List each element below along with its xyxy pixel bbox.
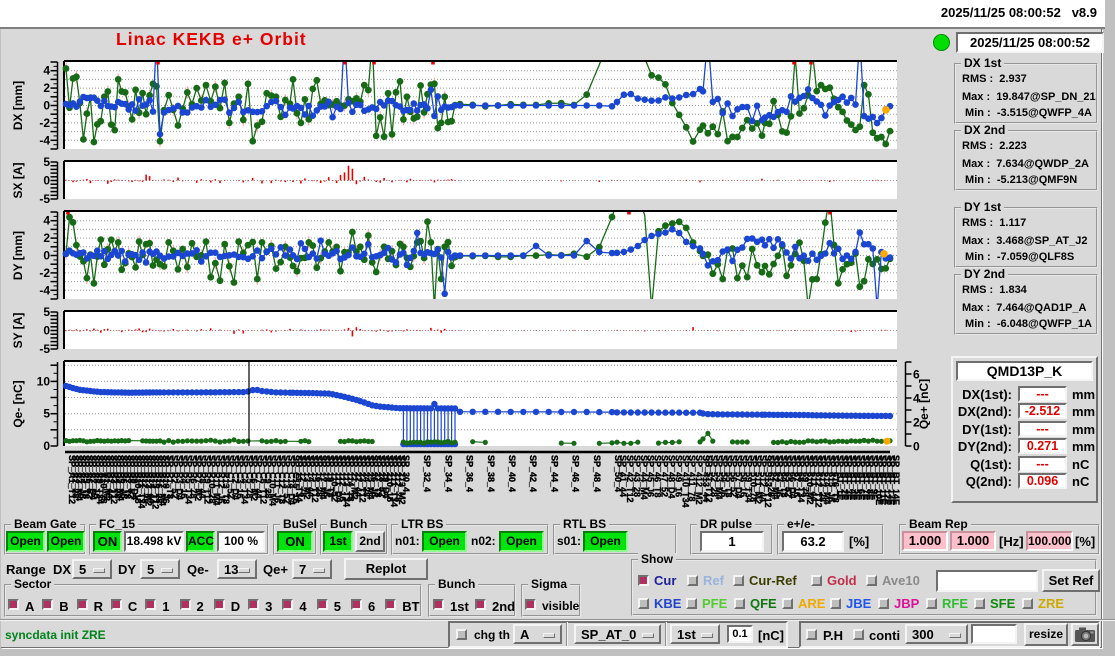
svg-text:0: 0 — [43, 249, 50, 263]
svg-text:0: 0 — [43, 324, 50, 338]
svg-text:SP_38_4: SP_38_4 — [486, 455, 496, 492]
svg-text:5: 5 — [43, 407, 50, 421]
svg-text:-4: -4 — [39, 283, 50, 297]
svg-text:-4: -4 — [39, 133, 50, 147]
svg-text:-2: -2 — [39, 116, 50, 130]
svg-text:5: 5 — [43, 305, 50, 319]
svg-text:DX [mm]: DX [mm] — [11, 81, 25, 130]
svg-text:SX [A]: SX [A] — [11, 162, 25, 198]
svg-text:0: 0 — [43, 99, 50, 113]
svg-text:-2: -2 — [39, 266, 50, 280]
svg-text:SP_48_4: SP_48_4 — [592, 455, 602, 492]
svg-text:SP_BT_14E: SP_BT_14E — [891, 455, 901, 505]
svg-text:-5: -5 — [39, 192, 50, 206]
svg-text:SP_44_4: SP_44_4 — [549, 455, 559, 492]
svg-text:10: 10 — [37, 374, 51, 388]
svg-text:-5: -5 — [39, 342, 50, 356]
svg-text:SP_34_4: SP_34_4 — [443, 455, 453, 492]
svg-text:5: 5 — [43, 155, 50, 169]
svg-text:0: 0 — [43, 174, 50, 188]
svg-text:SP_32_4: SP_32_4 — [422, 455, 432, 492]
svg-text:SP_42_4: SP_42_4 — [528, 455, 538, 492]
svg-text:4: 4 — [43, 64, 50, 78]
svg-text:SP_50_4: SP_50_4 — [613, 455, 623, 492]
svg-text:SP_30_4: SP_30_4 — [401, 455, 411, 492]
svg-text:DY [mm]: DY [mm] — [11, 231, 25, 280]
svg-text:Qe- [nC]: Qe- [nC] — [11, 380, 25, 427]
svg-text:SP_40_4: SP_40_4 — [507, 455, 517, 492]
svg-text:0: 0 — [913, 440, 920, 454]
svg-text:0: 0 — [43, 439, 50, 453]
svg-text:2: 2 — [43, 231, 50, 245]
svg-text:SP_36_4: SP_36_4 — [465, 455, 475, 492]
svg-text:SY [A]: SY [A] — [11, 313, 25, 349]
svg-text:Qe+ [nC]: Qe+ [nC] — [917, 379, 930, 429]
svg-text:2: 2 — [43, 81, 50, 95]
svg-text:SP_46_4: SP_46_4 — [571, 455, 581, 492]
svg-text:4: 4 — [43, 214, 50, 228]
